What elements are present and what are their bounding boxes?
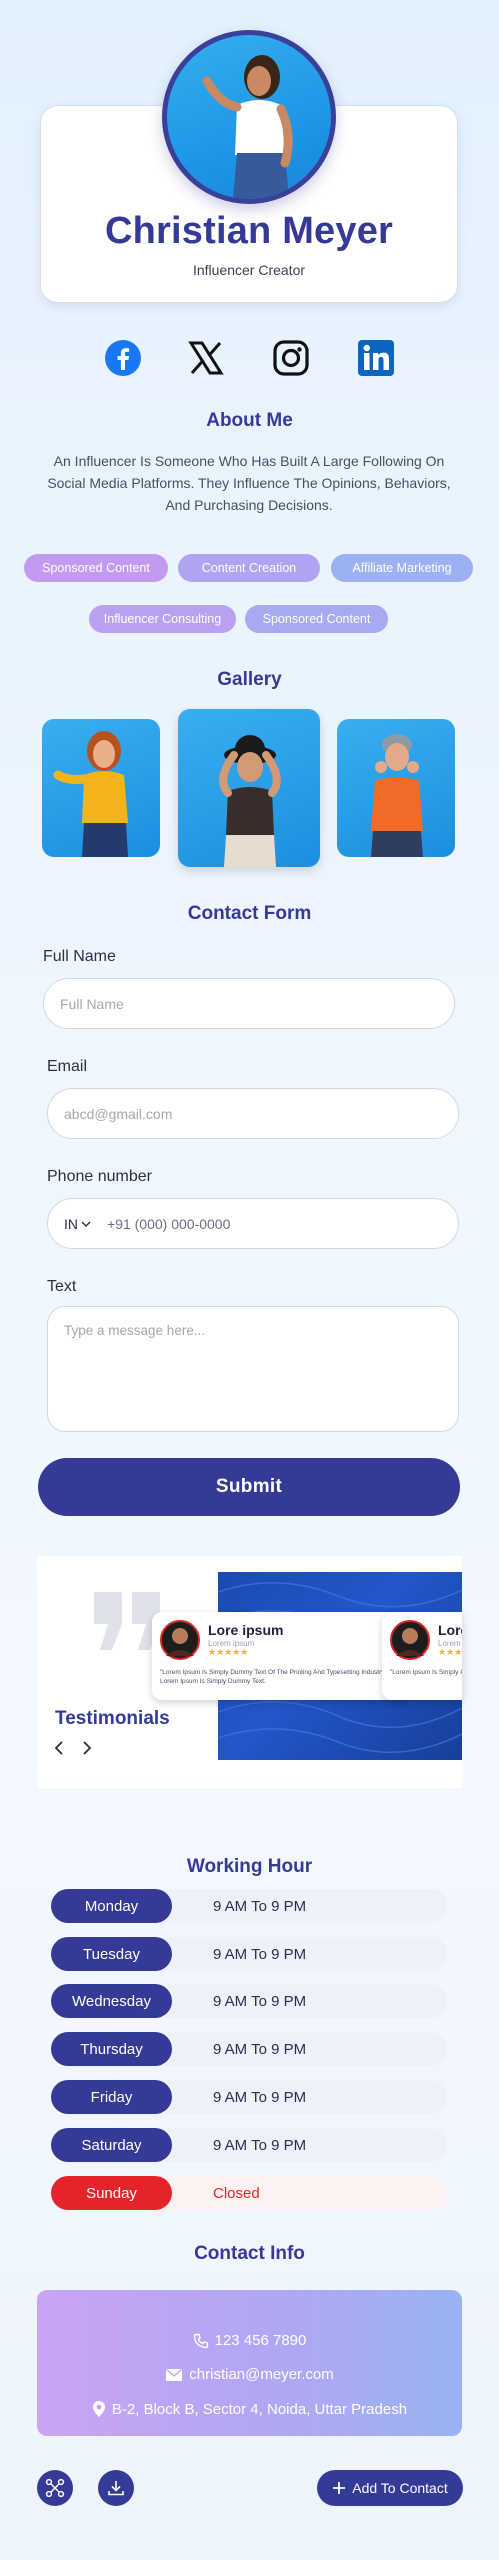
x-icon (188, 341, 224, 375)
contact-email-text: christian@meyer.com (189, 2366, 334, 2383)
x-link[interactable] (186, 338, 226, 378)
testimonials-title: Testimonials (55, 1708, 170, 1729)
facebook-link[interactable] (103, 338, 143, 378)
add-to-contact-label: Add To Contact (352, 2480, 448, 2496)
email-label: Email (47, 1058, 88, 1075)
contact-info-title: Contact Info (194, 2243, 305, 2264)
day-label: Tuesday (51, 1937, 172, 1971)
profile-role: Influencer Creator (192, 262, 306, 278)
tag-chip[interactable]: Influencer Consulting (89, 605, 236, 633)
hours-value: 9 AM To 9 PM (155, 2032, 447, 2066)
reviewer-stars: ★★★★ (438, 1647, 462, 1657)
full-name-input[interactable]: Full Name (43, 978, 455, 1029)
mail-icon (166, 2368, 183, 2381)
country-code: IN (64, 1215, 78, 1232)
share-icon (45, 2478, 65, 2498)
review-text: "Lorem Ipsum Is Simply Industry. Lorem I… (390, 1669, 462, 1676)
day-label: Saturday (51, 2128, 172, 2162)
day-label: Sunday (51, 2176, 172, 2210)
gallery-photo (371, 734, 423, 857)
phone-placeholder: +91 (000) 000-0000 (107, 1215, 231, 1232)
reviewer-name: Lore ipsum (208, 1622, 284, 1638)
reviewer-avatar (390, 1620, 430, 1660)
chevron-left-icon[interactable] (53, 1740, 67, 1756)
gallery-photo (219, 735, 281, 867)
location-pin-icon (92, 2401, 105, 2417)
phone-icon (193, 2333, 208, 2348)
facebook-icon (105, 340, 141, 376)
email-input[interactable]: abcd@gmail.com (47, 1088, 459, 1139)
email-placeholder: abcd@gmail.com (64, 1105, 173, 1122)
contact-phone[interactable]: 123 456 7890 (37, 2332, 462, 2349)
avatar-photo (202, 55, 293, 199)
profile-page: Christian Meyer Influencer Creator About (0, 0, 499, 2560)
instagram-link[interactable] (271, 338, 311, 378)
contact-phone-text: 123 456 7890 (214, 2332, 307, 2349)
profile-name: Christian Meyer (104, 210, 394, 252)
chevron-down-icon (81, 1221, 91, 1227)
full-name-label: Full Name (43, 948, 116, 965)
gallery-image[interactable] (178, 709, 320, 867)
phone-label: Phone number (47, 1168, 152, 1185)
reviewer-stars: ★★★★★ (208, 1647, 249, 1657)
text-label: Text (47, 1278, 77, 1295)
about-title: About Me (206, 410, 293, 431)
testimonial-card: Lore ipsum Lorem ipsum ★★★★★ "Lorem Ipsu… (152, 1612, 412, 1700)
working-hours-title: Working Hour (186, 1856, 313, 1877)
chevron-right-icon[interactable] (79, 1740, 93, 1756)
tag-chip[interactable]: Content Creation (178, 554, 320, 582)
add-to-contact-button[interactable]: Add To Contact (317, 2470, 463, 2506)
tag-chip[interactable]: Affiliate Marketing (331, 554, 473, 582)
download-icon (108, 2481, 124, 2496)
contact-address-text: B-2, Block B, Sector 4, Noida, Uttar Pra… (111, 2400, 408, 2418)
phone-input[interactable]: IN +91 (000) 000-0000 (47, 1198, 459, 1249)
profile-avatar (162, 30, 336, 204)
day-label: Monday (51, 1889, 172, 1923)
reviewer-name: Lore (438, 1622, 462, 1638)
review-text: "Lorem Ipsum Is Simply Dummy Text Of The… (160, 1669, 386, 1685)
contact-email[interactable]: christian@meyer.com (37, 2366, 462, 2383)
country-select[interactable]: IN (64, 1216, 91, 1232)
gallery-image[interactable] (337, 719, 455, 857)
about-text: An Influencer Is Someone Who Has Built A… (47, 453, 451, 513)
gallery-photo (53, 731, 128, 857)
reviewer-avatar (160, 1620, 200, 1660)
hours-value: 9 AM To 9 PM (155, 2080, 447, 2114)
instagram-icon (273, 340, 309, 376)
tag-chip[interactable]: Sponsored Content (24, 554, 168, 582)
plus-icon (333, 2482, 346, 2494)
linkedin-link[interactable] (356, 338, 396, 378)
day-label: Thursday (51, 2032, 172, 2066)
tag-chip[interactable]: Sponsored Content (245, 605, 388, 633)
testimonial-card: Lore Lorem ★★★★ "Lorem Ipsum Is Simply I… (382, 1612, 462, 1700)
contact-form-title: Contact Form (187, 903, 312, 924)
hours-value: 9 AM To 9 PM (155, 2128, 447, 2162)
contact-address[interactable]: B-2, Block B, Sector 4, Noida, Uttar Pra… (37, 2400, 462, 2418)
message-textarea[interactable]: Type a message here... (47, 1306, 459, 1432)
day-label: Friday (51, 2080, 172, 2114)
download-button[interactable] (98, 2470, 134, 2506)
gallery-image[interactable] (42, 719, 160, 857)
hours-value: 9 AM To 9 PM (155, 1984, 447, 2018)
message-placeholder: Type a message here... (64, 1323, 206, 1338)
gallery-title: Gallery (217, 669, 282, 690)
share-button[interactable] (37, 2470, 73, 2506)
hours-value: 9 AM To 9 PM (155, 1889, 447, 1923)
hours-value: 9 AM To 9 PM (155, 1937, 447, 1971)
linkedin-icon (358, 340, 394, 376)
submit-button[interactable]: Submit (38, 1458, 460, 1516)
full-name-placeholder: Full Name (60, 995, 124, 1012)
day-label: Wednesday (51, 1984, 172, 2018)
hours-value: Closed (155, 2176, 447, 2210)
